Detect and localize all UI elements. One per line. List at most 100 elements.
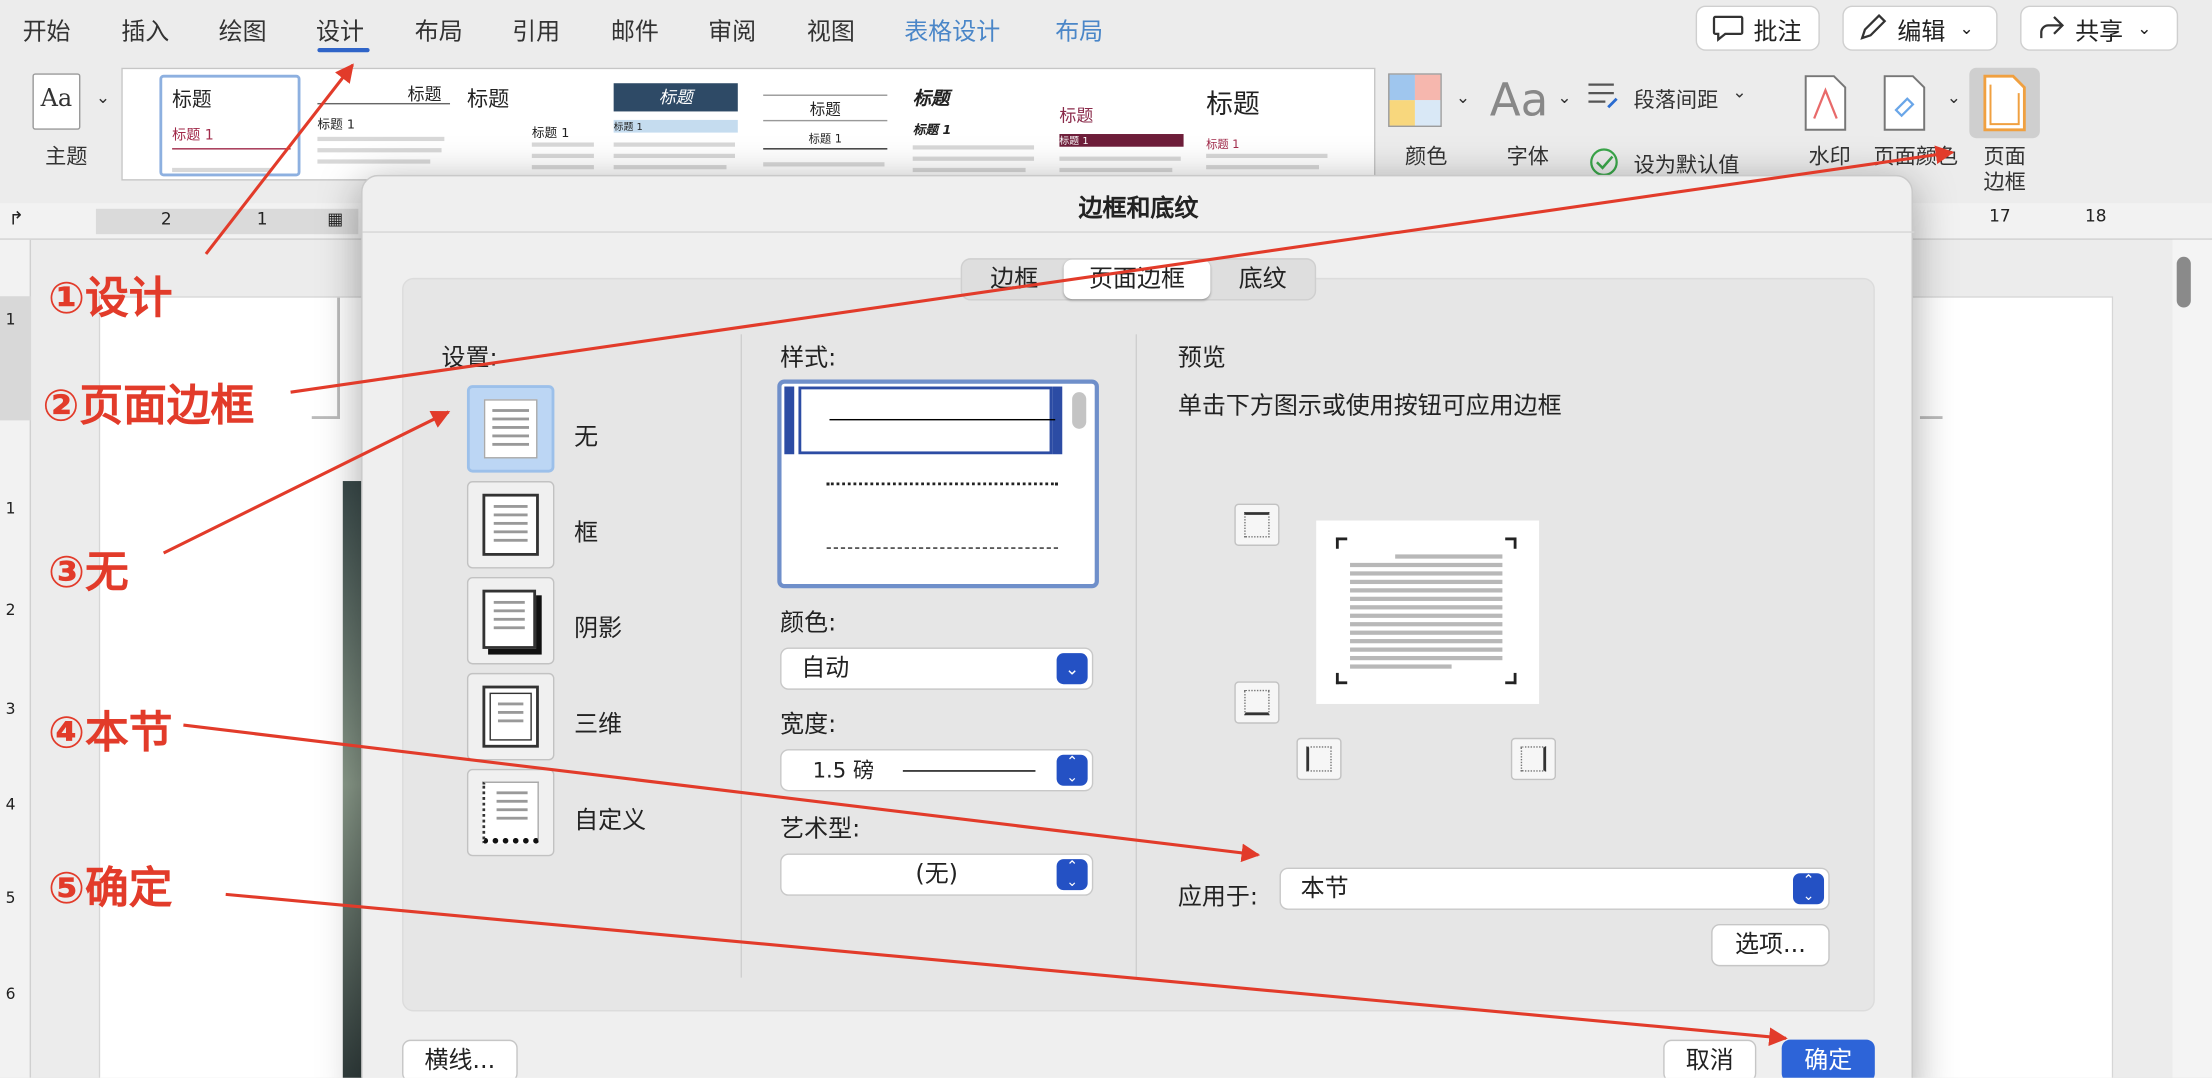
- pencil-icon: [1860, 14, 1887, 40]
- comment-icon: [1712, 15, 1744, 42]
- fonts-button[interactable]: Aa: [1490, 73, 1549, 127]
- left-border-button[interactable]: [1296, 737, 1342, 781]
- scrollbar-thumb[interactable]: [2176, 256, 2191, 308]
- right-border-button[interactable]: [1510, 737, 1557, 781]
- style-thumb[interactable]: 标题 标题 1: [907, 75, 1048, 177]
- line-style-option-solid[interactable]: [798, 386, 1056, 455]
- style-thumb[interactable]: 标题 标题 1: [611, 75, 752, 177]
- menu-home[interactable]: 开始: [23, 11, 71, 46]
- document-image[interactable]: [342, 481, 363, 1078]
- style-thumb[interactable]: 标题 标题 1: [312, 75, 453, 177]
- preview-description: 单击下方图示或使用按钮可应用边框: [1177, 392, 1562, 421]
- chevron-down-icon[interactable]: ⌄: [96, 87, 110, 107]
- theme-button[interactable]: Aa: [32, 73, 81, 130]
- menu-table-design[interactable]: 表格设计: [904, 11, 1000, 46]
- annotation-step5: ⑤确定: [47, 863, 173, 915]
- watermark-button[interactable]: [1803, 73, 1859, 131]
- active-tab-underline: [317, 47, 370, 53]
- ok-button[interactable]: 确定: [1781, 1039, 1875, 1078]
- tab-shading[interactable]: 底纹: [1210, 260, 1314, 299]
- tab-page-border[interactable]: 页面边框: [1063, 259, 1211, 300]
- menu-draw[interactable]: 绘图: [219, 11, 267, 46]
- art-dropdown[interactable]: (无) ⌃ ⌄: [780, 853, 1094, 896]
- cancel-button[interactable]: 取消: [1663, 1039, 1757, 1078]
- menu-insert[interactable]: 插入: [121, 11, 169, 46]
- line-style-option-dashed[interactable]: [826, 547, 1059, 549]
- updown-stepper-icon: ⌃ ⌄: [1792, 873, 1825, 905]
- horizontal-line-button[interactable]: 横线...: [402, 1039, 518, 1078]
- comment-button[interactable]: 批注: [1695, 5, 1820, 51]
- style-gallery: 标题 标题 1 标题 标题 1 标题 标题 1 标题 标题 1 标题 标题 1 …: [121, 67, 1376, 181]
- tab-stop-icon[interactable]: ↱: [8, 209, 23, 230]
- chevron-down-icon[interactable]: ⌄: [1557, 87, 1571, 107]
- style-thumb[interactable]: 标题 标题 1: [1054, 75, 1195, 177]
- style-thumb[interactable]: 标题 标题 1: [159, 74, 301, 177]
- style-thumb[interactable]: 标题 标题 1: [1201, 75, 1342, 177]
- menu-review[interactable]: 审阅: [708, 11, 756, 46]
- color-dropdown[interactable]: 自动 ⌄: [780, 647, 1094, 690]
- edit-button[interactable]: 编辑 ⌄: [1842, 5, 1998, 51]
- art-label: 艺术型:: [780, 815, 861, 844]
- settings-label: 设置:: [441, 344, 498, 373]
- watermark-label: 水印: [1808, 143, 1851, 170]
- menu-layout[interactable]: 布局: [415, 11, 463, 46]
- top-border-button[interactable]: [1234, 503, 1280, 546]
- share-label: 共享: [2075, 17, 2124, 46]
- style-list-scrollbar[interactable]: [1072, 392, 1087, 429]
- color-label: 颜色:: [780, 609, 837, 638]
- line-style-list[interactable]: [777, 379, 1099, 589]
- setting-custom-button[interactable]: [466, 768, 555, 857]
- menu-mailings[interactable]: 邮件: [611, 11, 659, 46]
- style-thumb[interactable]: 标题 标题 1: [760, 75, 901, 177]
- vertical-scrollbar[interactable]: [2172, 239, 2212, 1078]
- chevron-down-icon[interactable]: ⌄: [1456, 87, 1470, 107]
- setting-custom-label: 自定义: [574, 806, 647, 836]
- paragraph-spacing-label: 段落间距: [1633, 87, 1719, 113]
- theme-label: 主题: [45, 143, 88, 170]
- menu-design[interactable]: 设计: [316, 11, 364, 46]
- paragraph-spacing-button[interactable]: 段落间距 ⌄: [1586, 79, 1752, 116]
- width-label: 宽度:: [780, 710, 837, 740]
- line-style-option-dotted[interactable]: [826, 482, 1059, 486]
- apply-to-dropdown[interactable]: 本节 ⌃ ⌄: [1279, 867, 1830, 910]
- options-button[interactable]: 选项...: [1711, 924, 1830, 967]
- updown-stepper-icon: ⌃ ⌄: [1056, 859, 1088, 891]
- annotation-step3: ③无: [47, 547, 129, 599]
- menu-view[interactable]: 视图: [807, 11, 855, 46]
- vertical-ruler: 1 1 2 3 4 5 6: [0, 239, 32, 1078]
- style-thumb[interactable]: 标题 标题 1: [461, 75, 602, 177]
- menu-table-layout[interactable]: 布局: [1055, 11, 1103, 46]
- dialog-tabs: 边框 页面边框 底纹: [960, 258, 1317, 301]
- setting-none-label: 无: [574, 423, 599, 452]
- setting-shadow-label: 阴影: [574, 615, 623, 644]
- setting-shadow-icon: [482, 589, 537, 649]
- setting-none-button[interactable]: [466, 385, 555, 473]
- checkmark-icon: [1590, 148, 1618, 177]
- width-dropdown[interactable]: 1.5 磅 ⌃ ⌄: [780, 749, 1094, 792]
- borders-shading-dialog: 边框和底纹 边框 页面边框 底纹 设置: 无 框 阴影 三维 自定义 样式: 颜…: [361, 174, 1915, 1078]
- chevron-down-icon: ⌄: [1056, 653, 1088, 685]
- style-label: 样式:: [780, 344, 837, 373]
- preview-page[interactable]: [1316, 520, 1540, 704]
- colors-button[interactable]: [1388, 73, 1444, 129]
- setting-box-button[interactable]: [466, 481, 555, 569]
- bottom-border-button[interactable]: [1234, 681, 1280, 724]
- apply-to-label: 应用于:: [1177, 883, 1258, 912]
- width-line-preview: [902, 770, 1036, 772]
- annotation-step2: ②页面边框: [42, 380, 255, 432]
- chevron-down-icon[interactable]: ⌄: [1947, 87, 1961, 107]
- colors-label: 颜色: [1405, 143, 1448, 170]
- menu-references[interactable]: 引用: [512, 11, 560, 46]
- tab-borders[interactable]: 边框: [965, 260, 1064, 299]
- share-button[interactable]: 共享 ⌄: [2020, 5, 2179, 51]
- page-border-button[interactable]: [1969, 67, 2040, 139]
- edit-label: 编辑: [1897, 17, 1946, 46]
- updown-stepper-icon: ⌃ ⌄: [1056, 754, 1088, 786]
- page-color-button[interactable]: [1882, 73, 1938, 131]
- setting-3d-button[interactable]: [466, 672, 555, 761]
- art-value: (无): [915, 860, 959, 889]
- border-left-icon: [1306, 746, 1332, 772]
- setting-shadow-button[interactable]: [466, 576, 555, 665]
- setting-3d-label: 三维: [574, 710, 623, 740]
- fonts-label: 字体: [1506, 143, 1549, 170]
